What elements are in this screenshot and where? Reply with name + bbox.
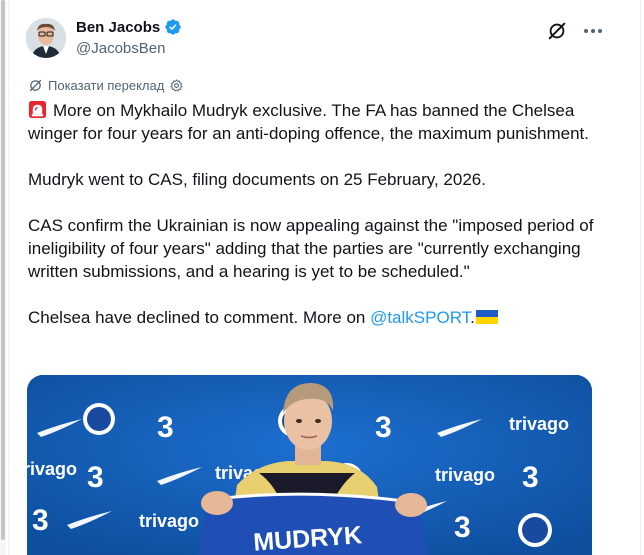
scrollbar-thumb[interactable]: [1, 0, 5, 540]
siren-emoji-icon: [28, 100, 47, 119]
author-name-row[interactable]: Ben Jacobs: [76, 18, 182, 36]
tweet-paragraph-4-suffix: .: [470, 308, 475, 327]
author-handle[interactable]: @JacobsBen: [76, 40, 165, 57]
tweet-paragraph-4: Chelsea have declined to comment. More o…: [28, 306, 608, 329]
sponsor-text-2: trivago: [27, 459, 77, 479]
tweet-paragraph-3: CAS confirm the Ukrainian is now appeali…: [28, 216, 594, 281]
sponsor-text-5: trivago: [139, 511, 199, 531]
svg-text:3: 3: [522, 461, 539, 494]
scrollbar-track[interactable]: [0, 0, 6, 555]
timeline-border-right: [640, 0, 641, 555]
avatar-image: [26, 18, 66, 58]
tweet-paragraph-1: More on Mykhailo Mudryk exclusive. The F…: [28, 99, 608, 145]
sponsor-text-4: trivago: [435, 465, 495, 485]
timeline-border-left: [8, 0, 9, 555]
held-jersey: MUDRYK: [199, 491, 427, 555]
settings-icon[interactable]: [169, 78, 184, 93]
tweet-text: More on Mykhailo Mudryk exclusive. The F…: [28, 99, 608, 329]
verified-badge-icon: [165, 19, 181, 35]
translate-label[interactable]: Показати переклад: [48, 78, 164, 93]
tweet-paragraph-2: Mudryk went to CAS, filing documents on …: [28, 170, 486, 189]
svg-text:3: 3: [87, 461, 104, 494]
translate-icon: [29, 79, 42, 92]
svg-text:3: 3: [454, 511, 471, 544]
player-unveiling-photo: 3 3 3 3 3 3 trivago trivago trivago triv…: [27, 375, 592, 555]
avatar[interactable]: [26, 18, 66, 58]
tweet-paragraph-1-text: More on Mykhailo Mudryk exclusive. The F…: [28, 101, 589, 143]
talksport-mention-link[interactable]: @talkSPORT: [370, 308, 470, 327]
svg-text:3: 3: [32, 504, 49, 537]
sponsor-text-1: trivago: [509, 414, 569, 434]
ukraine-flag-emoji-icon: [475, 310, 498, 324]
tweet-media-image[interactable]: 3 3 3 3 3 3 trivago trivago trivago triv…: [27, 375, 592, 555]
tweet-paragraph-4-prefix: Chelsea have declined to comment. More o…: [28, 308, 371, 327]
grok-icon[interactable]: [546, 20, 568, 42]
svg-text:3: 3: [157, 411, 174, 444]
svg-text:3: 3: [375, 411, 392, 444]
author-name[interactable]: Ben Jacobs: [76, 19, 160, 36]
translate-row[interactable]: Показати переклад: [28, 78, 184, 93]
more-icon[interactable]: [584, 26, 610, 36]
